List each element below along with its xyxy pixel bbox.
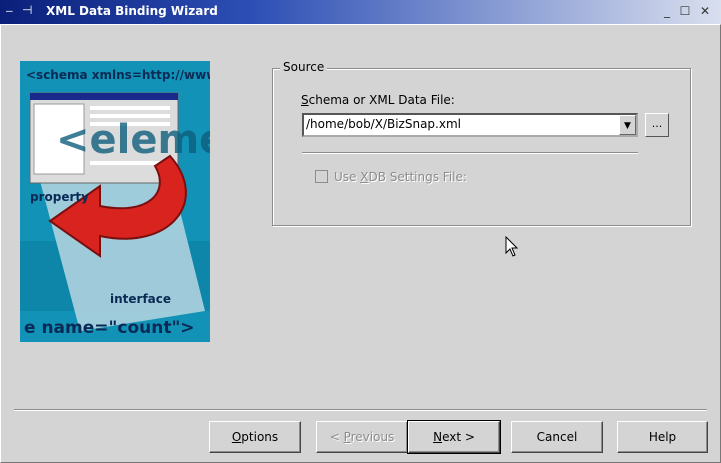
minimize-icon[interactable]: _ <box>659 3 675 19</box>
artwork-text-3: property <box>30 190 89 204</box>
cancel-button[interactable]: Cancel <box>511 421 603 453</box>
pin-icon[interactable]: ⊣ <box>22 3 32 17</box>
schema-label: Schema or XML Data File: <box>301 93 455 107</box>
mouse-cursor-icon <box>505 236 519 257</box>
xdb-settings-checkbox[interactable] <box>315 170 328 183</box>
artwork-text-1: <schema xmlns=http://www <box>26 68 210 82</box>
source-groupbox <box>272 68 691 226</box>
artwork-text-5: e name="count"> <box>24 318 195 338</box>
xdb-settings-label: Use XDB Settings File: <box>334 170 467 184</box>
window-menu-icon[interactable]: — <box>6 4 13 17</box>
maximize-icon[interactable]: ☐ <box>677 3 693 19</box>
close-icon[interactable]: ✕ <box>697 3 713 19</box>
options-button[interactable]: Options <box>209 421 301 453</box>
wizard-artwork-graphic: <schema xmlns=http://www <eleme property… <box>20 61 210 342</box>
window-title: XML Data Binding Wizard <box>46 4 218 18</box>
browse-button[interactable]: ... <box>645 113 669 137</box>
previous-button[interactable]: < Previous <box>316 421 408 453</box>
chevron-down-icon[interactable]: ▼ <box>619 115 636 135</box>
artwork-text-2: <eleme <box>56 117 210 163</box>
schema-file-value[interactable]: /home/bob/X/BizSnap.xml <box>306 117 461 131</box>
wizard-artwork: <schema xmlns=http://www <eleme property… <box>20 61 210 342</box>
title-bar[interactable]: — ⊣ XML Data Binding Wizard _ ☐ ✕ <box>0 0 721 24</box>
source-legend: Source <box>280 60 328 74</box>
next-button[interactable]: Next > <box>407 420 501 454</box>
help-button[interactable]: Help <box>617 421 708 453</box>
separator <box>302 152 638 154</box>
button-separator <box>14 409 707 411</box>
artwork-text-4: interface <box>110 292 171 306</box>
